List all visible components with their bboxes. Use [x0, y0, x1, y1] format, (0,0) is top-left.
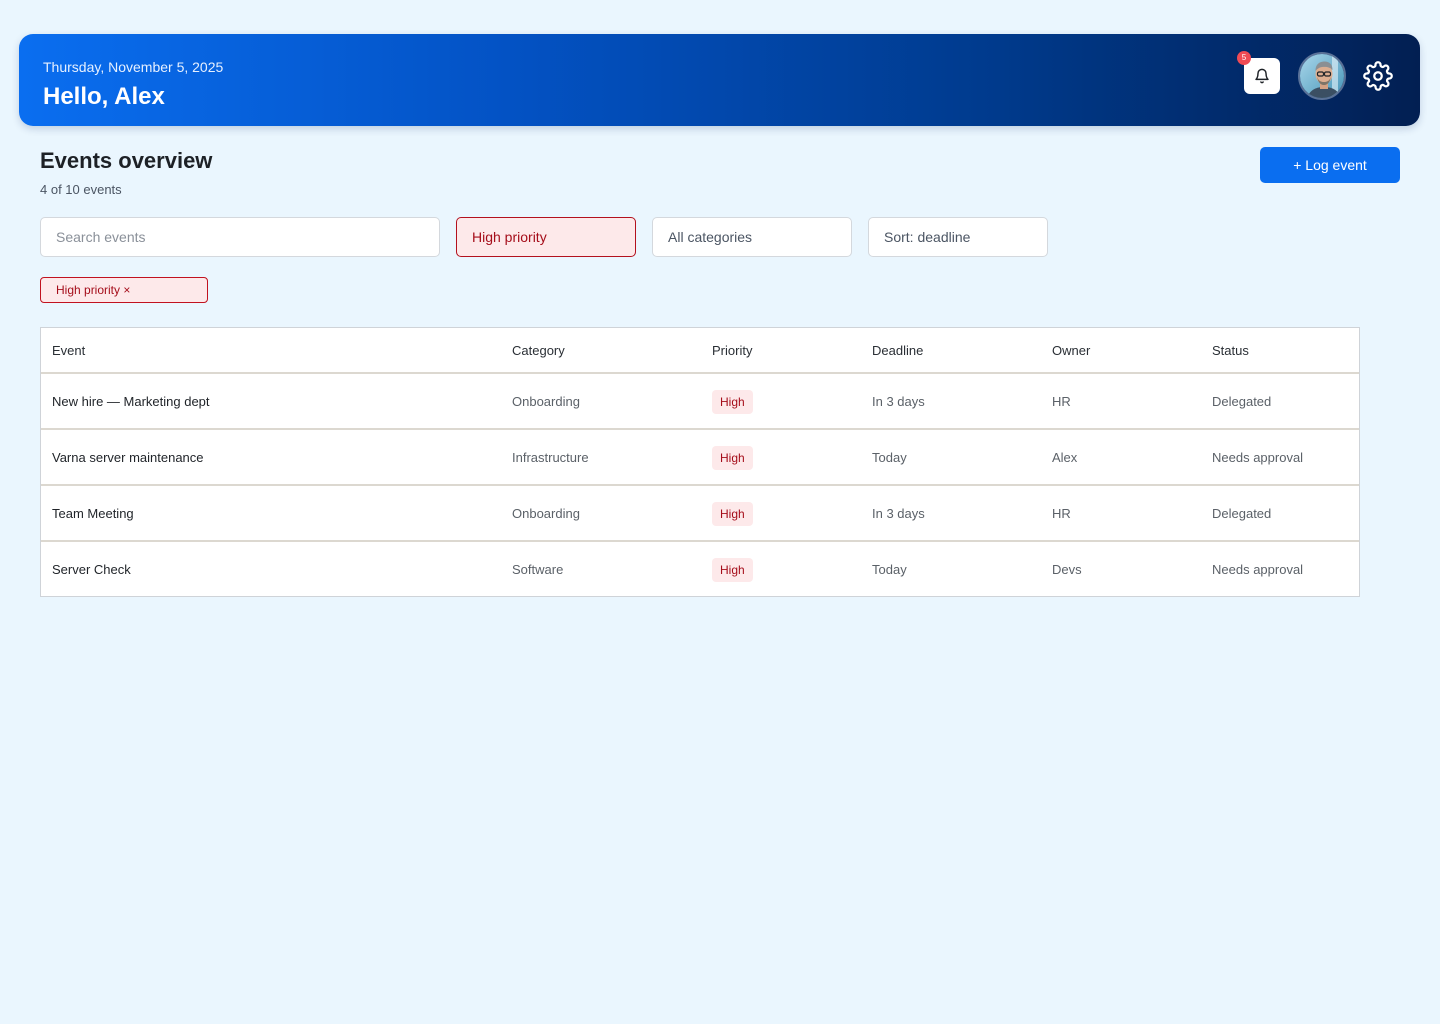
- column-header-category[interactable]: Category: [512, 328, 565, 372]
- column-header-deadline[interactable]: Deadline: [872, 328, 923, 372]
- table-header-row: Event Category Priority Deadline Owner S…: [41, 328, 1359, 372]
- column-header-priority[interactable]: Priority: [712, 328, 752, 372]
- event-deadline: Today: [872, 449, 907, 465]
- notifications-button[interactable]: 5: [1237, 51, 1280, 94]
- event-category: Infrastructure: [512, 449, 589, 465]
- table-row[interactable]: Varna server maintenance Infrastructure …: [41, 428, 1359, 484]
- event-status: Needs approval: [1212, 449, 1304, 465]
- event-owner: HR: [1052, 393, 1071, 409]
- table-row[interactable]: Team Meeting Onboarding High In 3 days H…: [41, 484, 1359, 540]
- event-category: Onboarding: [512, 505, 580, 521]
- avatar-image: [1300, 54, 1344, 98]
- gear-icon: [1363, 61, 1393, 91]
- search-placeholder: Search events: [56, 229, 146, 245]
- priority-cell: High: [712, 374, 753, 428]
- priority-cell: High: [712, 542, 753, 596]
- page-title: Events overview: [40, 148, 213, 173]
- event-status: Delegated: [1212, 393, 1272, 409]
- event-deadline: Today: [872, 561, 907, 577]
- sort-value: Sort: deadline: [884, 229, 971, 245]
- category-filter-value: All categories: [668, 229, 753, 245]
- priority-filter-value: High priority: [472, 229, 547, 245]
- priority-cell: High: [712, 430, 753, 484]
- bell-icon: [1255, 68, 1269, 84]
- priority-badge: High: [712, 446, 753, 470]
- priority-badge: High: [712, 502, 753, 526]
- app-header: Thursday, November 5, 2025 Hello, Alex 5: [19, 34, 1420, 126]
- priority-badge: High: [712, 558, 753, 582]
- events-table: Event Category Priority Deadline Owner S…: [40, 327, 1360, 597]
- priority-filter-select[interactable]: High priority: [456, 217, 636, 257]
- event-category: Software: [512, 561, 564, 577]
- table-row[interactable]: New hire — Marketing dept Onboarding Hig…: [41, 372, 1359, 428]
- event-owner: HR: [1052, 505, 1071, 521]
- event-status: Delegated: [1212, 505, 1272, 521]
- event-status: Needs approval: [1212, 561, 1304, 577]
- user-avatar[interactable]: [1298, 52, 1346, 100]
- event-deadline: In 3 days: [872, 505, 925, 521]
- table-row[interactable]: Server Check Software High Today Devs Ne…: [41, 540, 1359, 596]
- active-filter-chip[interactable]: High priority ×: [40, 277, 208, 303]
- current-date: Thursday, November 5, 2025: [43, 59, 224, 75]
- sort-select[interactable]: Sort: deadline: [868, 217, 1048, 257]
- column-header-event[interactable]: Event: [52, 328, 85, 372]
- notification-count-badge: 5: [1237, 51, 1251, 65]
- priority-badge: High: [712, 390, 753, 414]
- event-owner: Alex: [1052, 449, 1078, 465]
- event-count: 4 of 10 events: [40, 182, 122, 197]
- search-input[interactable]: Search events: [40, 217, 440, 257]
- greeting: Hello, Alex: [43, 83, 165, 110]
- category-filter-select[interactable]: All categories: [652, 217, 852, 257]
- column-header-status[interactable]: Status: [1212, 328, 1249, 372]
- settings-button[interactable]: [1362, 60, 1394, 92]
- log-event-button[interactable]: + Log event: [1260, 147, 1400, 183]
- event-deadline: In 3 days: [872, 393, 925, 409]
- event-name: Team Meeting: [52, 505, 134, 521]
- active-filter-chip-label: High priority ×: [56, 283, 131, 297]
- event-category: Onboarding: [512, 393, 580, 409]
- event-name: Varna server maintenance: [52, 449, 204, 465]
- event-name: Server Check: [52, 561, 131, 577]
- event-owner: Devs: [1052, 561, 1082, 577]
- event-name: New hire — Marketing dept: [52, 393, 210, 409]
- priority-cell: High: [712, 486, 753, 540]
- column-header-owner[interactable]: Owner: [1052, 328, 1090, 372]
